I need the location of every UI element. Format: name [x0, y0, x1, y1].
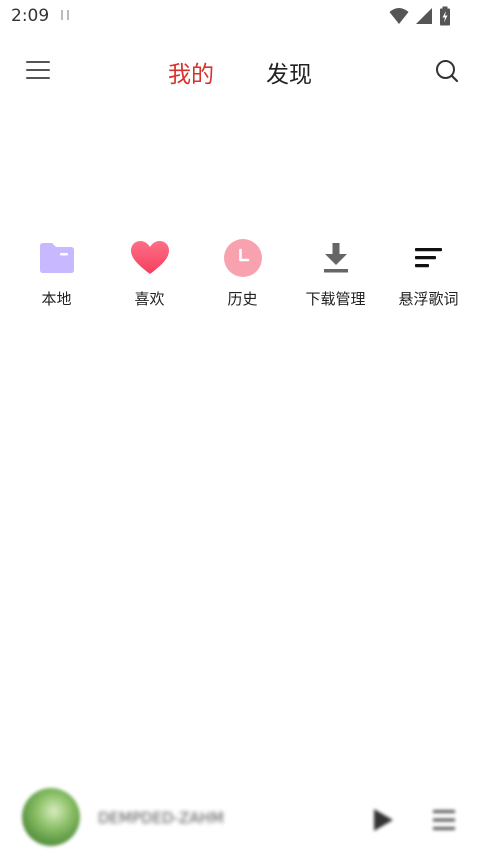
playlist-icon[interactable] [428, 804, 460, 836]
top-nav: 我的 发现 [0, 44, 485, 96]
battery-icon [440, 6, 450, 26]
quick-entry-label: 本地 [41, 290, 72, 308]
cell-signal-icon [416, 8, 432, 24]
wifi-icon [389, 8, 409, 24]
quick-entry-favorites[interactable]: 喜欢 [103, 236, 196, 316]
heart-icon [128, 236, 172, 280]
search-icon[interactable] [430, 54, 464, 88]
quick-entry-history[interactable]: 历史 [196, 236, 289, 316]
tab-mine[interactable]: 我的 [168, 55, 214, 89]
download-icon [314, 236, 358, 280]
album-art[interactable] [22, 788, 80, 846]
quick-entry-label: 历史 [227, 290, 258, 308]
quick-entry-downloads[interactable]: 下载管理 [289, 236, 382, 316]
quick-entry-label: 悬浮歌词 [398, 290, 459, 308]
mini-player: DEMPDED-ZAHM [0, 776, 485, 862]
quick-entry-floating-lyrics[interactable]: 悬浮歌词 [382, 236, 475, 316]
quick-entry-row: 本地 喜欢 历史 下载管理 悬浮歌词 [10, 236, 475, 316]
notification-dots [61, 10, 69, 20]
quick-entry-label: 喜欢 [134, 290, 165, 308]
status-bar: 2:09 [0, 0, 485, 34]
folder-icon [35, 236, 79, 280]
quick-entry-label: 下载管理 [305, 290, 366, 308]
clock-icon [221, 236, 265, 280]
status-icons [389, 6, 451, 26]
lyrics-icon [407, 236, 451, 280]
tab-discover[interactable]: 发现 [266, 55, 312, 89]
song-title[interactable]: DEMPDED-ZAHM [98, 809, 224, 827]
status-time: 2:09 [11, 6, 50, 26]
play-icon[interactable] [366, 804, 398, 836]
quick-entry-local[interactable]: 本地 [10, 236, 103, 316]
hamburger-menu-icon[interactable] [20, 56, 56, 84]
